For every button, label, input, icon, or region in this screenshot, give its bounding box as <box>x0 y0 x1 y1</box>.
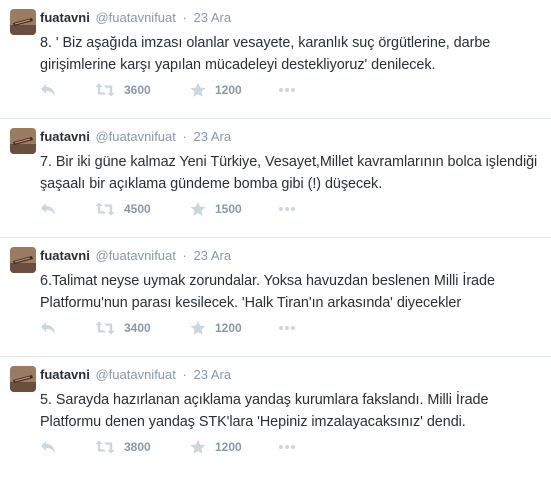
more-icon <box>279 207 295 211</box>
tweet-actions: 3800 1200 <box>40 437 340 457</box>
retweet-count: 3400 <box>124 321 151 335</box>
retweet-icon <box>95 321 115 335</box>
retweet-count: 3600 <box>124 83 151 97</box>
reply-icon <box>41 441 55 453</box>
username[interactable]: @fuatavnifuat <box>95 129 175 144</box>
tweet-timeline: fuatavni @fuatavnifuat · 23 Ara 8. ' Biz… <box>0 0 551 476</box>
reply-button[interactable] <box>40 80 56 100</box>
tweet[interactable]: fuatavni @fuatavnifuat · 23 Ara 7. Bir i… <box>0 119 551 238</box>
avatar[interactable] <box>10 9 36 35</box>
avatar[interactable] <box>10 247 36 273</box>
retweet-count: 4500 <box>124 202 151 216</box>
favorite-button[interactable]: 1200 <box>190 80 242 100</box>
favorite-button[interactable]: 1500 <box>190 199 242 219</box>
reply-button[interactable] <box>40 437 56 457</box>
favorite-count: 1500 <box>215 202 242 216</box>
favorite-count: 1200 <box>215 440 242 454</box>
tweet-header: fuatavni @fuatavnifuat · 23 Ara <box>40 129 231 145</box>
separator-dot: · <box>182 10 187 25</box>
separator-dot: · <box>182 367 187 382</box>
favorite-button[interactable]: 1200 <box>190 437 242 457</box>
timestamp[interactable]: 23 Ara <box>193 248 231 263</box>
retweet-icon <box>95 440 115 454</box>
favorite-icon <box>190 439 206 454</box>
display-name[interactable]: fuatavni <box>40 10 90 25</box>
display-name[interactable]: fuatavni <box>40 367 90 382</box>
display-name[interactable]: fuatavni <box>40 248 90 263</box>
more-icon <box>279 445 295 449</box>
display-name[interactable]: fuatavni <box>40 129 90 144</box>
retweet-button[interactable]: 3600 <box>95 80 151 100</box>
tweet-actions: 3400 1200 <box>40 318 340 338</box>
retweet-button[interactable]: 3800 <box>95 437 151 457</box>
avatar[interactable] <box>10 366 36 392</box>
separator-dot: · <box>182 129 187 144</box>
more-button[interactable] <box>278 318 296 338</box>
reply-button[interactable] <box>40 318 56 338</box>
tweet-text: 8. ' Biz aşağıda imzası olanlar vesayete… <box>40 35 491 73</box>
reply-button[interactable] <box>40 199 56 219</box>
retweet-icon <box>95 202 115 216</box>
more-button[interactable] <box>278 199 296 219</box>
favorite-button[interactable]: 1200 <box>190 318 242 338</box>
username[interactable]: @fuatavnifuat <box>95 367 175 382</box>
avatar[interactable] <box>10 128 36 154</box>
retweet-button[interactable]: 4500 <box>95 199 151 219</box>
favorite-icon <box>190 201 206 216</box>
tweet-actions: 4500 1500 <box>40 199 340 219</box>
tweet-header: fuatavni @fuatavnifuat · 23 Ara <box>40 248 231 264</box>
separator-dot: · <box>182 248 187 263</box>
reply-icon <box>41 203 55 215</box>
tweet-actions: 3600 1200 <box>40 80 340 100</box>
favorite-icon <box>190 82 206 97</box>
tweet-text: 7. Bir iki güne kalmaz Yeni Türkiye, Ves… <box>40 154 538 192</box>
tweet-text: 5. Sarayda hazırlanan açıklama yandaş ku… <box>40 392 489 430</box>
tweet[interactable]: fuatavni @fuatavnifuat · 23 Ara 8. ' Biz… <box>0 0 551 119</box>
retweet-count: 3800 <box>124 440 151 454</box>
timestamp[interactable]: 23 Ara <box>193 10 231 25</box>
more-button[interactable] <box>278 80 296 100</box>
more-button[interactable] <box>278 437 296 457</box>
favorite-count: 1200 <box>215 83 242 97</box>
tweet[interactable]: fuatavni @fuatavnifuat · 23 Ara 5. Saray… <box>0 357 551 476</box>
favorite-count: 1200 <box>215 321 242 335</box>
retweet-button[interactable]: 3400 <box>95 318 151 338</box>
retweet-icon <box>95 83 115 97</box>
timestamp[interactable]: 23 Ara <box>193 367 231 382</box>
username[interactable]: @fuatavnifuat <box>95 10 175 25</box>
tweet[interactable]: fuatavni @fuatavnifuat · 23 Ara 6.Talima… <box>0 238 551 357</box>
more-icon <box>279 88 295 92</box>
more-icon <box>279 326 295 330</box>
reply-icon <box>41 322 55 334</box>
username[interactable]: @fuatavnifuat <box>95 248 175 263</box>
tweet-header: fuatavni @fuatavnifuat · 23 Ara <box>40 10 231 26</box>
reply-icon <box>41 84 55 96</box>
tweet-text: 6.Talimat neyse uymak zorundalar. Yoksa … <box>40 273 495 311</box>
timestamp[interactable]: 23 Ara <box>193 129 231 144</box>
favorite-icon <box>190 320 206 335</box>
tweet-header: fuatavni @fuatavnifuat · 23 Ara <box>40 367 231 383</box>
